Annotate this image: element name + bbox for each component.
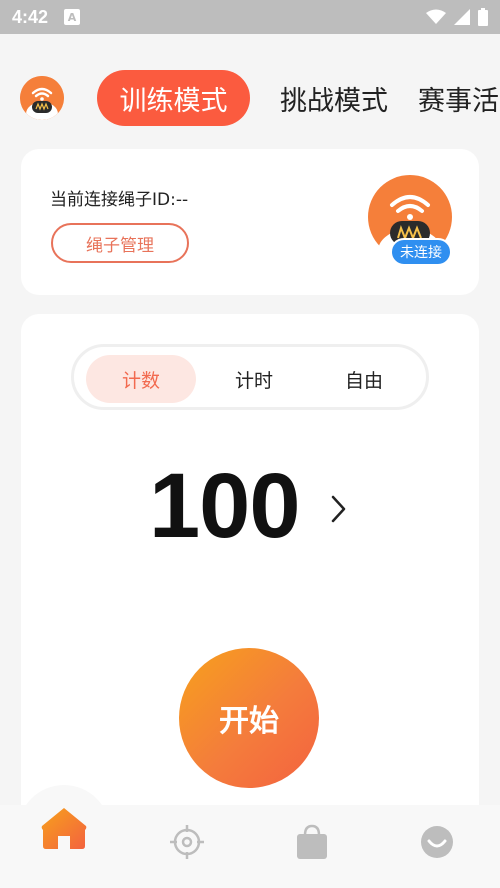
rope-id-text: 当前连接绳子ID:-- bbox=[50, 190, 189, 210]
training-card: 计数 计时 自由 100 开始 bbox=[21, 314, 479, 834]
notification-icon: A bbox=[64, 9, 81, 25]
nav-target[interactable] bbox=[168, 823, 206, 861]
connection-status-badge: 未连接 bbox=[390, 238, 452, 266]
header-tabs: 训练模式 挑战模式 赛事活 bbox=[0, 60, 500, 136]
nav-profile[interactable] bbox=[418, 823, 456, 861]
bottom-nav bbox=[0, 785, 500, 888]
nav-home[interactable] bbox=[36, 805, 92, 851]
battery-icon bbox=[478, 8, 488, 26]
mode-count-option[interactable]: 计数 bbox=[86, 355, 196, 403]
app-logo-icon[interactable] bbox=[20, 76, 64, 120]
tab-challenge-mode[interactable]: 挑战模式 bbox=[280, 70, 388, 126]
mode-timer-option[interactable]: 计时 bbox=[199, 355, 309, 403]
mode-free-option[interactable]: 自由 bbox=[309, 355, 419, 403]
wifi-icon bbox=[426, 9, 446, 24]
chevron-right-icon[interactable] bbox=[328, 492, 350, 526]
start-button[interactable]: 开始 bbox=[179, 648, 319, 788]
status-indicators bbox=[426, 8, 488, 26]
shopping-bag-icon bbox=[297, 824, 327, 859]
signal-icon bbox=[454, 9, 470, 25]
rope-connection-card: 当前连接绳子ID:-- 绳子管理 未连接 bbox=[21, 149, 479, 295]
rope-manage-button[interactable]: 绳子管理 bbox=[51, 223, 189, 263]
nav-shop[interactable] bbox=[294, 823, 330, 861]
tab-events[interactable]: 赛事活 bbox=[418, 70, 499, 126]
status-time: 4:42 bbox=[12, 6, 49, 27]
tab-training-mode[interactable]: 训练模式 bbox=[97, 70, 250, 126]
status-bar: 4:42 A bbox=[0, 0, 500, 34]
smile-face-icon bbox=[421, 826, 453, 858]
count-target-value[interactable]: 100 bbox=[149, 454, 300, 559]
mode-selector: 计数 计时 自由 bbox=[71, 344, 429, 410]
target-icon bbox=[170, 825, 204, 859]
home-icon bbox=[41, 808, 87, 849]
